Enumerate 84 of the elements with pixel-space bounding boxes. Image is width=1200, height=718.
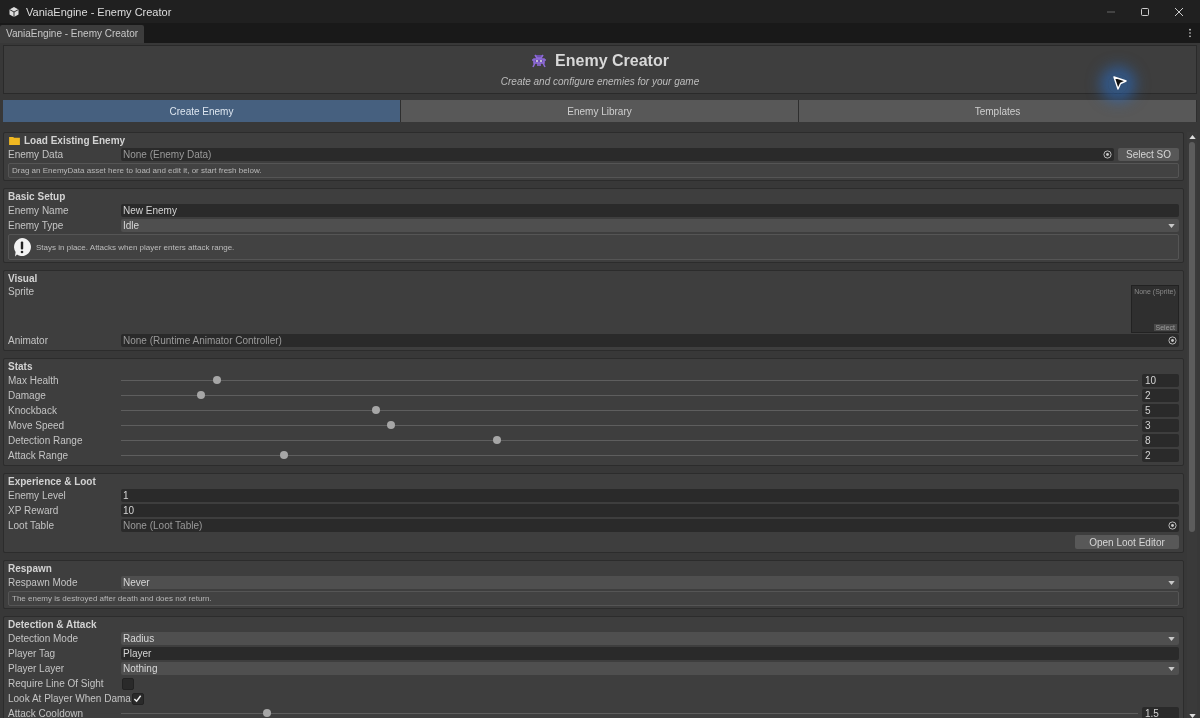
number-field[interactable]: 1.5 xyxy=(1142,707,1179,718)
tab[interactable]: Create Enemy xyxy=(3,100,401,122)
enemy-icon xyxy=(531,54,548,68)
number-field[interactable]: 8 xyxy=(1142,434,1179,447)
object-field[interactable]: None (Loot Table) xyxy=(121,519,1179,532)
field-label: Damage xyxy=(8,390,47,401)
field-label: Sprite xyxy=(8,285,36,298)
select-button[interactable]: Select SO xyxy=(1117,148,1179,161)
header-subtitle: Create and configure enemies for your game xyxy=(500,76,700,87)
close-icon[interactable] xyxy=(1174,6,1184,17)
dropdown[interactable]: Nothing xyxy=(121,662,1179,675)
checkbox[interactable] xyxy=(131,692,144,705)
slider-thumb[interactable] xyxy=(372,406,381,414)
tab[interactable]: Enemy Library xyxy=(401,100,799,122)
field-label: XP Reward xyxy=(8,505,60,516)
field-label: Animator xyxy=(8,335,49,346)
field-label: Attack Cooldown xyxy=(8,708,85,718)
section-title: Visual xyxy=(8,273,38,284)
number-field[interactable]: 2 xyxy=(1142,449,1179,462)
field-label: Move Speed xyxy=(8,420,66,431)
caret-icon xyxy=(1168,666,1175,671)
caret-icon xyxy=(1168,223,1175,228)
open-loot-editor-button[interactable]: Open Loot Editor xyxy=(1075,535,1179,549)
field-label: Enemy Name xyxy=(8,205,70,216)
caret-icon xyxy=(1168,580,1175,585)
section-title: Basic Setup xyxy=(8,191,66,202)
checkbox[interactable] xyxy=(122,677,134,690)
scrollbar-thumb[interactable] xyxy=(1189,142,1195,532)
field-label: Respawn Mode xyxy=(8,577,79,588)
field-label: Max Health xyxy=(8,375,60,386)
input-field[interactable]: 10 xyxy=(121,504,1179,517)
help-text: Drag an EnemyData asset here to load and edit it, or start fresh below. xyxy=(8,163,1179,178)
number-field[interactable]: 2 xyxy=(1142,389,1179,402)
input-field[interactable]: Player xyxy=(121,647,1179,660)
slider-thumb[interactable] xyxy=(197,391,206,399)
slider-thumb[interactable] xyxy=(212,376,221,384)
section-title: Stats xyxy=(8,361,33,372)
field-label: Loot Table xyxy=(8,520,55,531)
slider-thumb[interactable] xyxy=(279,451,288,459)
field-label: Enemy Data xyxy=(8,149,65,160)
target-icon[interactable] xyxy=(1102,150,1112,159)
target-icon[interactable] xyxy=(1168,521,1177,530)
info-text: Stays in place. Attacks when player enters attack range. xyxy=(36,242,235,252)
field-label: Player Tag xyxy=(8,648,57,659)
info-icon xyxy=(12,237,32,257)
window-title: VaniaEngine - Enemy Creator xyxy=(26,5,172,18)
field-label: Detection Mode xyxy=(8,633,80,644)
object-field[interactable]: None (Runtime Animator Controller) xyxy=(121,334,1179,347)
scroll-up-icon[interactable] xyxy=(1188,135,1196,139)
input-field[interactable]: New Enemy xyxy=(121,204,1179,217)
field-label: Knockback xyxy=(8,405,58,416)
slider-thumb[interactable] xyxy=(493,436,502,444)
slider-thumb[interactable] xyxy=(263,709,272,717)
section-title: Load Existing Enemy xyxy=(24,135,126,146)
input-field[interactable]: 1 xyxy=(121,489,1179,502)
object-field[interactable]: None (Enemy Data) xyxy=(121,148,1114,161)
dropdown[interactable]: Never xyxy=(121,576,1179,589)
field-label: Detection Range xyxy=(8,435,84,446)
field-label: Player Layer xyxy=(8,663,66,674)
more-icon[interactable] xyxy=(1188,28,1192,38)
scroll-down-icon[interactable] xyxy=(1188,714,1196,718)
field-label: Require Line Of Sight xyxy=(8,678,105,689)
slider-thumb[interactable] xyxy=(386,421,395,429)
window-tab[interactable]: VaniaEngine - Enemy Creator xyxy=(0,25,145,43)
help-text: The enemy is destroyed after death and does not return. xyxy=(8,591,1179,606)
caret-icon xyxy=(1168,636,1175,641)
field-label: Enemy Level xyxy=(8,490,67,501)
app-logo-icon xyxy=(8,5,20,18)
field-label: Look At Player When Dama xyxy=(8,693,131,704)
maximize-icon[interactable] xyxy=(1140,6,1150,17)
dropdown[interactable]: Radius xyxy=(121,632,1179,645)
number-field[interactable]: 3 xyxy=(1142,419,1179,432)
section-title: Experience & Loot xyxy=(8,476,96,487)
field-label: Attack Range xyxy=(8,450,70,461)
target-icon[interactable] xyxy=(1168,336,1177,345)
cursor-icon xyxy=(1108,74,1128,94)
section-title: Detection & Attack xyxy=(8,619,97,630)
number-field[interactable]: 10 xyxy=(1142,374,1179,387)
header-title: Enemy Creator xyxy=(555,52,669,70)
number-field[interactable]: 5 xyxy=(1142,404,1179,417)
field-label: Enemy Type xyxy=(8,220,65,231)
section-title: Respawn xyxy=(8,563,52,574)
dropdown[interactable]: Idle xyxy=(121,219,1179,232)
tab[interactable]: Templates xyxy=(799,100,1197,122)
